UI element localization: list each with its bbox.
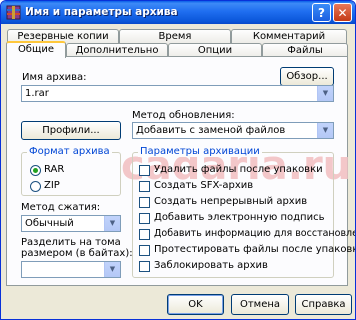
dialog-window: Имя и параметры архива ? ✕ Резервные коп… [0,0,356,320]
profiles-button[interactable]: Профили... [21,121,121,140]
update-method-select[interactable]: Добавить с заменой файлов ▼ [132,122,334,139]
format-rar-radio[interactable] [30,165,41,176]
format-zip-label[interactable]: ZIP [44,180,60,191]
recovery-record-label[interactable]: Добавить информацию для восстановления [154,228,355,239]
lock-archive-checkbox[interactable] [139,261,150,272]
format-zip-radio[interactable] [30,181,41,192]
test-files-checkbox[interactable] [139,245,150,256]
compression-select[interactable]: Обычный ▼ [21,215,121,232]
archiving-params-title: Параметры архивации [138,146,262,157]
split-volume-select[interactable]: ▼ [21,261,121,278]
compression-label: Метод сжатия: [21,202,101,213]
update-method-value: Добавить с заменой файлов [136,125,286,136]
solid-archive-label[interactable]: Создать непрерывный архив [154,196,307,207]
chevron-down-icon[interactable]: ▼ [104,216,120,231]
archive-name-input[interactable]: 1.rar ▼ [21,85,334,102]
chevron-down-icon[interactable]: ▼ [317,123,333,138]
lock-archive-label[interactable]: Заблокировать архив [154,260,268,271]
chevron-down-icon[interactable]: ▼ [317,86,333,101]
test-files-label[interactable]: Протестировать файлы после упаковки [154,244,355,255]
browse-button[interactable]: Обзор... [280,67,334,86]
tab-time[interactable]: Время [119,29,231,44]
archive-name-label: Имя архива: [22,72,87,83]
create-sfx-label[interactable]: Создать SFX-архив [154,180,253,191]
recovery-record-checkbox[interactable] [139,229,150,240]
tab-general[interactable]: Общие [6,41,66,58]
compression-value: Обычный [25,218,74,229]
solid-archive-checkbox[interactable] [139,197,150,208]
chevron-down-icon[interactable]: ▼ [104,262,120,277]
archive-name-value: 1.rar [25,88,49,99]
create-sfx-checkbox[interactable] [139,181,150,192]
title-bar[interactable]: Имя и параметры архива ? ✕ [1,1,355,24]
help-title-button[interactable]: ? [312,3,331,22]
winrar-icon [6,5,21,20]
help-button[interactable]: Справка [295,294,352,315]
ok-button[interactable]: OK [167,294,224,315]
tab-comment[interactable]: Комментарий [231,29,347,44]
split-label-line2: размером (в байтах): [21,248,133,259]
split-label-line1: Разделить на тома [21,237,121,248]
cancel-button[interactable]: Отмена [231,294,289,315]
digital-signature-label[interactable]: Добавить электронную подпись [154,212,324,223]
update-method-label: Метод обновления: [132,110,235,121]
format-rar-label[interactable]: RAR [44,164,64,175]
window-title: Имя и параметры архива [25,6,178,18]
archive-format-title: Формат архива [27,146,112,157]
digital-signature-checkbox[interactable] [139,213,150,224]
delete-files-checkbox[interactable] [139,165,150,176]
close-button[interactable]: ✕ [333,3,352,22]
delete-files-label[interactable]: Удалить файлы после упаковки [154,164,323,175]
